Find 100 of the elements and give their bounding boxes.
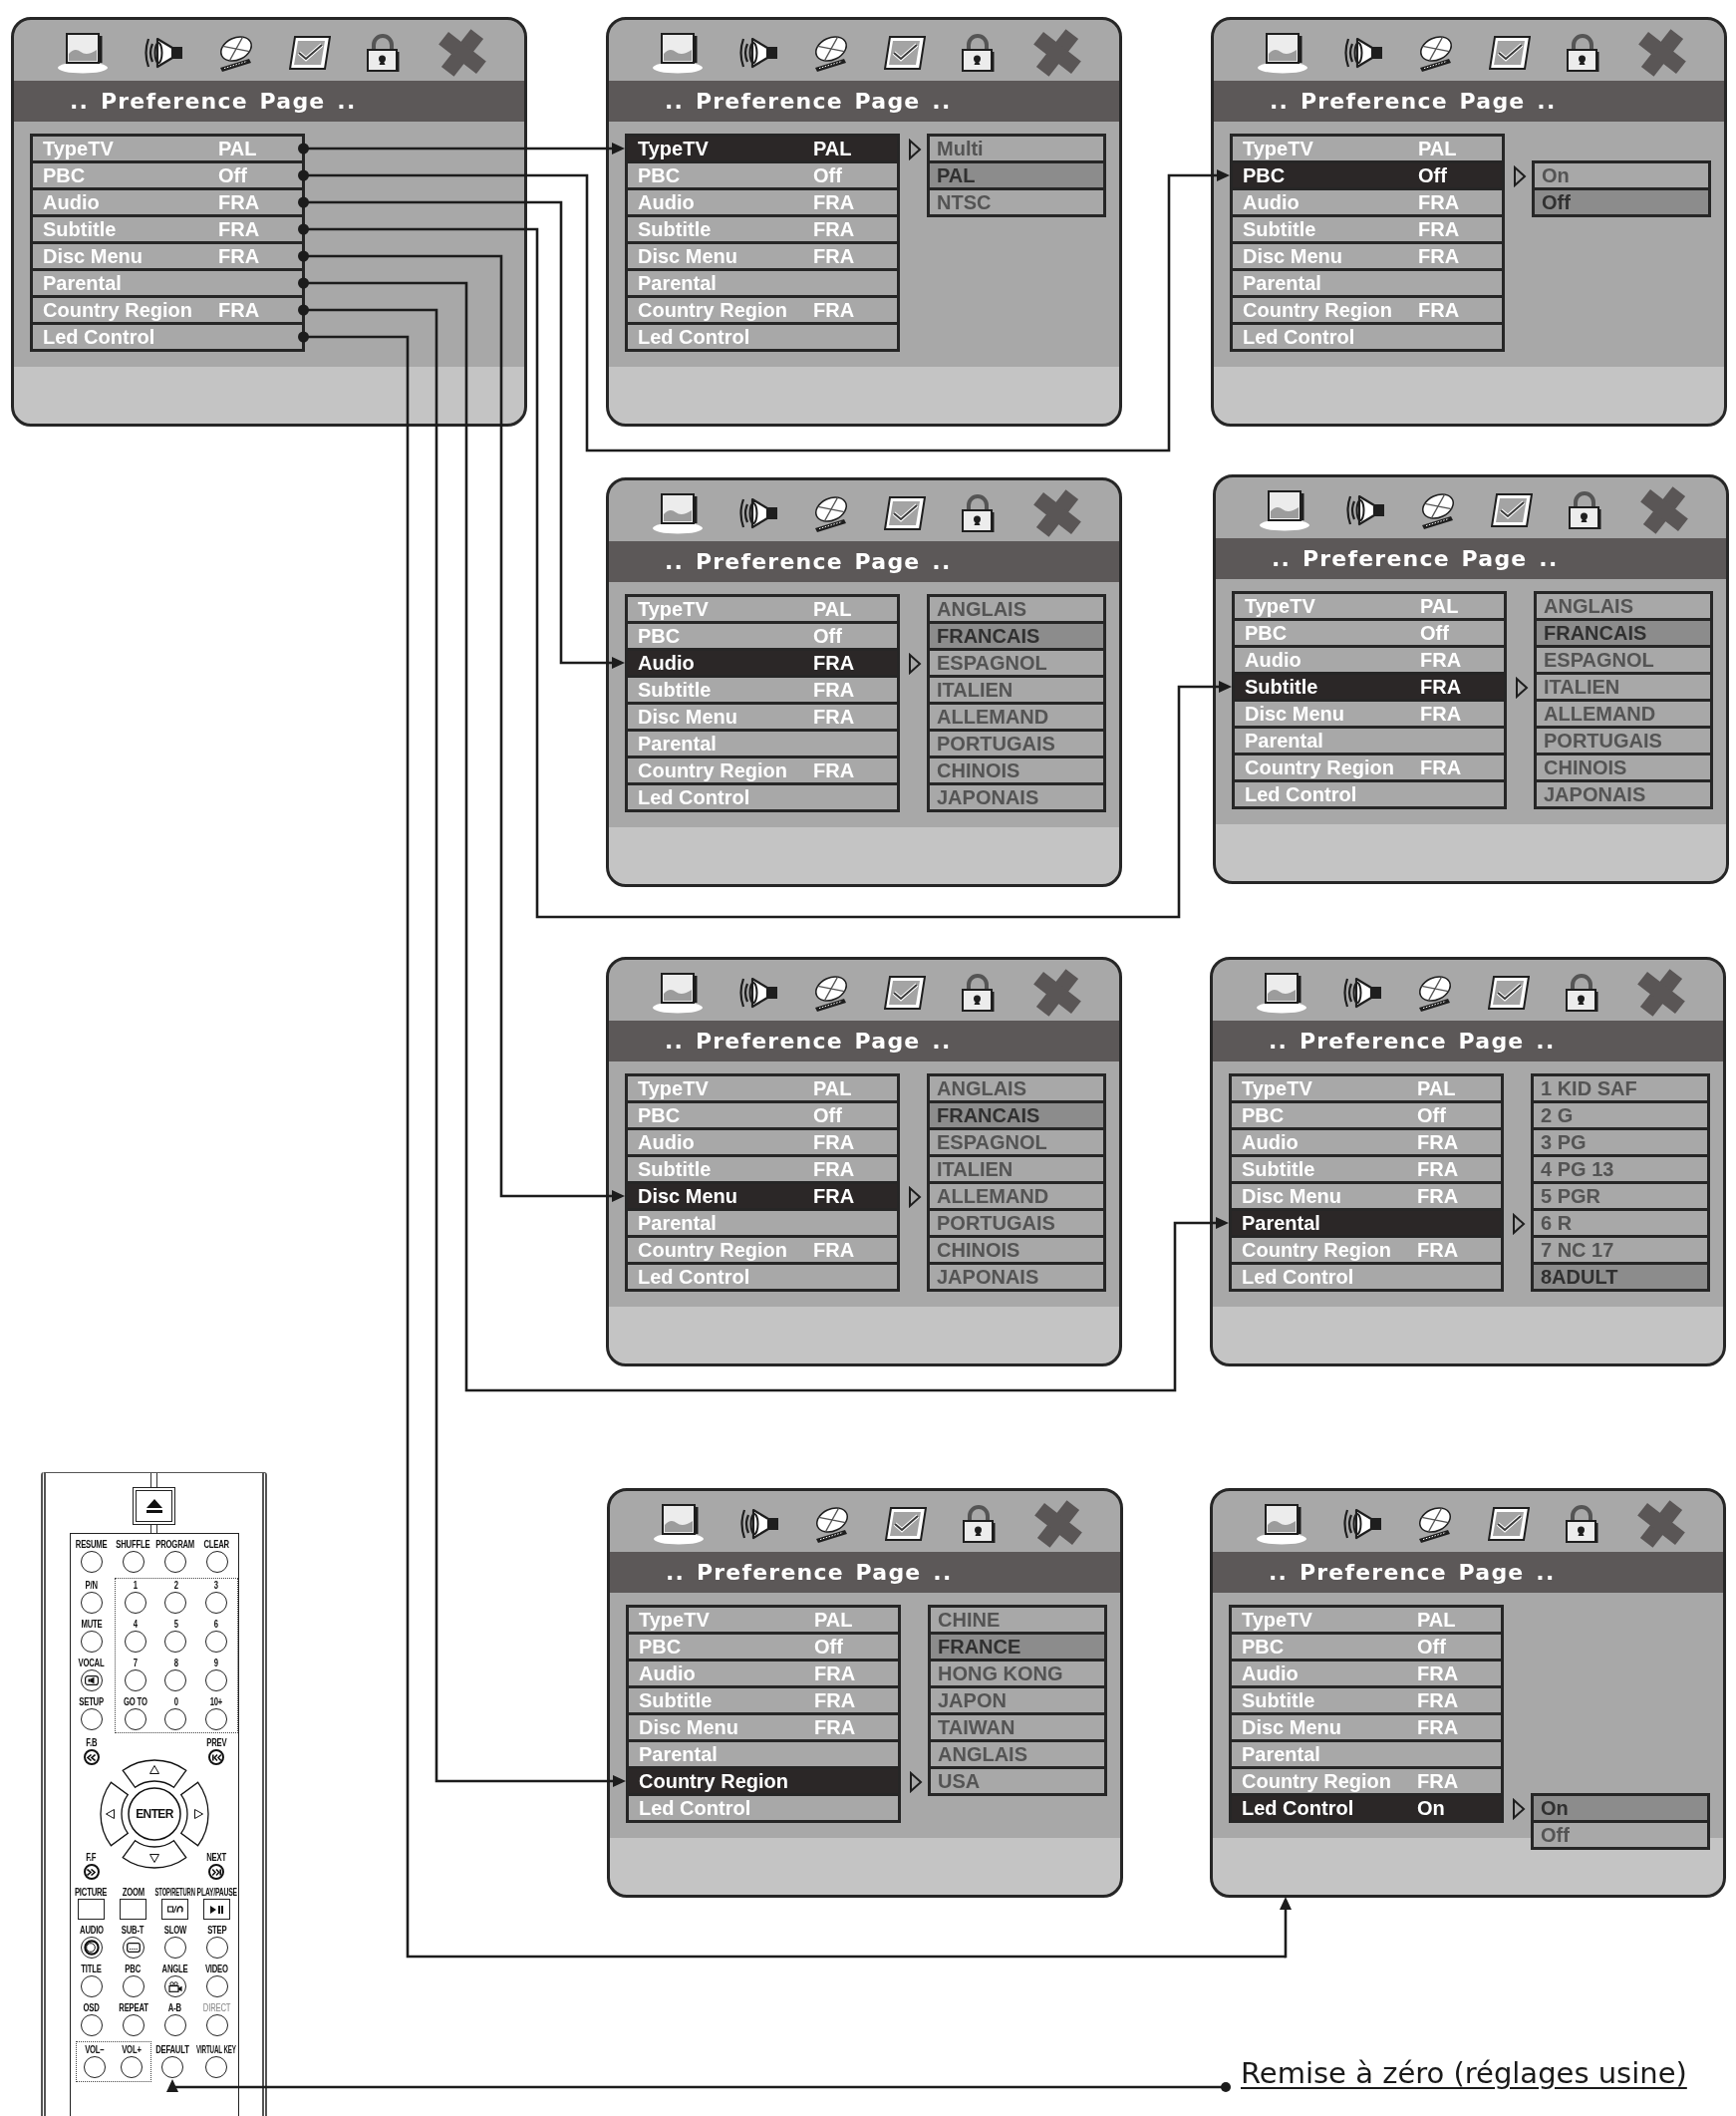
menu-item[interactable]: Subtitle FRA (1232, 1688, 1501, 1715)
direction-key[interactable] (99, 1781, 129, 1847)
menu-item[interactable]: Led Control (1233, 325, 1502, 352)
speaker-icon[interactable] (145, 35, 183, 70)
remote-button[interactable] (124, 1592, 146, 1614)
menu-item[interactable]: PBC Off (1233, 163, 1502, 190)
menu-item[interactable]: Disc Menu FRA (629, 1715, 898, 1742)
menu-item[interactable]: Led Control (628, 785, 897, 812)
monitor-icon[interactable] (1256, 1502, 1308, 1545)
menu-item[interactable]: Led Control (628, 1265, 897, 1292)
remote-button[interactable] (204, 2056, 227, 2078)
menu-item[interactable]: Audio FRA (33, 190, 302, 217)
remote-button[interactable] (205, 1631, 228, 1653)
menu-item[interactable]: Parental (628, 732, 897, 758)
remote-button[interactable] (83, 1749, 100, 1765)
remote-button[interactable] (78, 1899, 105, 1920)
menu-item[interactable]: Audio FRA (629, 1662, 898, 1688)
remote-button[interactable] (163, 2014, 186, 2036)
direction-key[interactable] (179, 1781, 209, 1847)
direction-key[interactable] (122, 1759, 186, 1788)
lock-icon[interactable] (961, 972, 995, 1013)
remote-button[interactable] (80, 1937, 103, 1959)
remote-button[interactable] (205, 1592, 228, 1614)
dish-icon[interactable] (814, 1504, 850, 1543)
monitor-icon[interactable] (1257, 31, 1309, 74)
menu-item[interactable]: Audio FRA (628, 651, 897, 678)
remote-button[interactable] (163, 1937, 186, 1959)
remote-button[interactable] (205, 1708, 228, 1730)
checked-picture-icon[interactable] (884, 494, 926, 531)
checked-picture-icon[interactable] (1488, 974, 1530, 1011)
menu-item[interactable]: Disc Menu FRA (628, 244, 897, 271)
menu-item[interactable]: Audio FRA (1233, 190, 1502, 217)
speaker-icon[interactable] (1343, 975, 1382, 1010)
monitor-icon[interactable] (1256, 971, 1308, 1014)
lock-icon[interactable] (961, 492, 995, 533)
menu-item[interactable]: Disc Menu FRA (628, 1184, 897, 1211)
submenu-option[interactable]: FRANCAIS (930, 624, 1103, 651)
remote-button[interactable] (122, 1551, 145, 1573)
menu-item[interactable]: Audio FRA (1232, 1130, 1501, 1157)
checked-picture-icon[interactable] (289, 34, 331, 71)
submenu-option[interactable]: Off (1535, 190, 1708, 217)
speaker-icon[interactable] (739, 495, 778, 530)
checked-picture-icon[interactable] (1491, 491, 1533, 528)
menu-item[interactable]: Subtitle FRA (629, 1688, 898, 1715)
lock-icon[interactable] (1565, 972, 1598, 1013)
menu-item[interactable]: PBC Off (1235, 621, 1504, 648)
menu-item[interactable]: Subtitle FRA (628, 217, 897, 244)
speaker-icon[interactable] (1346, 492, 1385, 527)
remote-button[interactable] (161, 1899, 188, 1920)
menu-item[interactable]: Parental (628, 1211, 897, 1238)
enter-button[interactable]: ENTER (127, 1787, 181, 1841)
checked-picture-icon[interactable] (1489, 34, 1531, 71)
remote-button[interactable] (122, 2014, 145, 2036)
menu-item[interactable]: Led Control (1232, 1265, 1501, 1292)
remote-button[interactable] (205, 1551, 228, 1573)
menu-item[interactable]: Audio FRA (628, 1130, 897, 1157)
menu-item[interactable]: Disc Menu FRA (1233, 244, 1502, 271)
menu-item[interactable]: TypeTV PAL (33, 137, 302, 163)
remote-button[interactable] (122, 1937, 145, 1959)
dish-icon[interactable] (1418, 33, 1454, 72)
remote-button[interactable] (163, 1551, 186, 1573)
menu-item[interactable]: Country Region FRA (628, 758, 897, 785)
speaker-icon[interactable] (1344, 35, 1383, 70)
lock-icon[interactable] (1565, 1503, 1598, 1544)
menu-item[interactable]: Subtitle FRA (628, 678, 897, 705)
menu-item[interactable]: Parental (628, 271, 897, 298)
monitor-icon[interactable] (653, 1502, 706, 1545)
menu-item[interactable]: Country Region FRA (1233, 298, 1502, 325)
remote-button[interactable] (163, 1975, 186, 1997)
menu-item[interactable]: PBC Off (629, 1635, 898, 1662)
menu-item[interactable]: Disc Menu FRA (33, 244, 302, 271)
submenu-option[interactable]: On (1534, 1796, 1707, 1823)
menu-item[interactable]: PBC Off (1232, 1103, 1501, 1130)
menu-item[interactable]: PBC Off (628, 1103, 897, 1130)
menu-item[interactable]: Subtitle FRA (1232, 1157, 1501, 1184)
remote-button[interactable] (205, 1937, 228, 1959)
menu-item[interactable]: PBC Off (33, 163, 302, 190)
dish-icon[interactable] (1420, 490, 1456, 529)
menu-item[interactable]: Audio FRA (628, 190, 897, 217)
submenu-option[interactable]: PAL (930, 163, 1103, 190)
speaker-icon[interactable] (740, 1506, 779, 1541)
menu-item[interactable]: Led Control (1235, 782, 1504, 809)
remote-button[interactable] (208, 1749, 225, 1765)
monitor-icon[interactable] (652, 31, 705, 74)
remote-button[interactable] (208, 1864, 225, 1880)
remote-button[interactable] (124, 1631, 146, 1653)
remote-button[interactable] (120, 2056, 143, 2078)
direction-key[interactable] (122, 1840, 186, 1869)
menu-item[interactable]: Country Region FRA (33, 298, 302, 325)
monitor-icon[interactable] (57, 31, 110, 74)
lock-icon[interactable] (1566, 32, 1599, 73)
menu-item[interactable]: TypeTV PAL (628, 597, 897, 624)
menu-item[interactable]: Audio FRA (1232, 1662, 1501, 1688)
remote-button[interactable] (164, 1669, 187, 1691)
menu-item[interactable]: Country Region FRA (1232, 1238, 1501, 1265)
dish-icon[interactable] (218, 33, 254, 72)
remote-button[interactable] (164, 1631, 187, 1653)
remote-button[interactable] (80, 1551, 103, 1573)
menu-item[interactable]: Parental (1232, 1742, 1501, 1769)
lock-icon[interactable] (962, 1503, 996, 1544)
